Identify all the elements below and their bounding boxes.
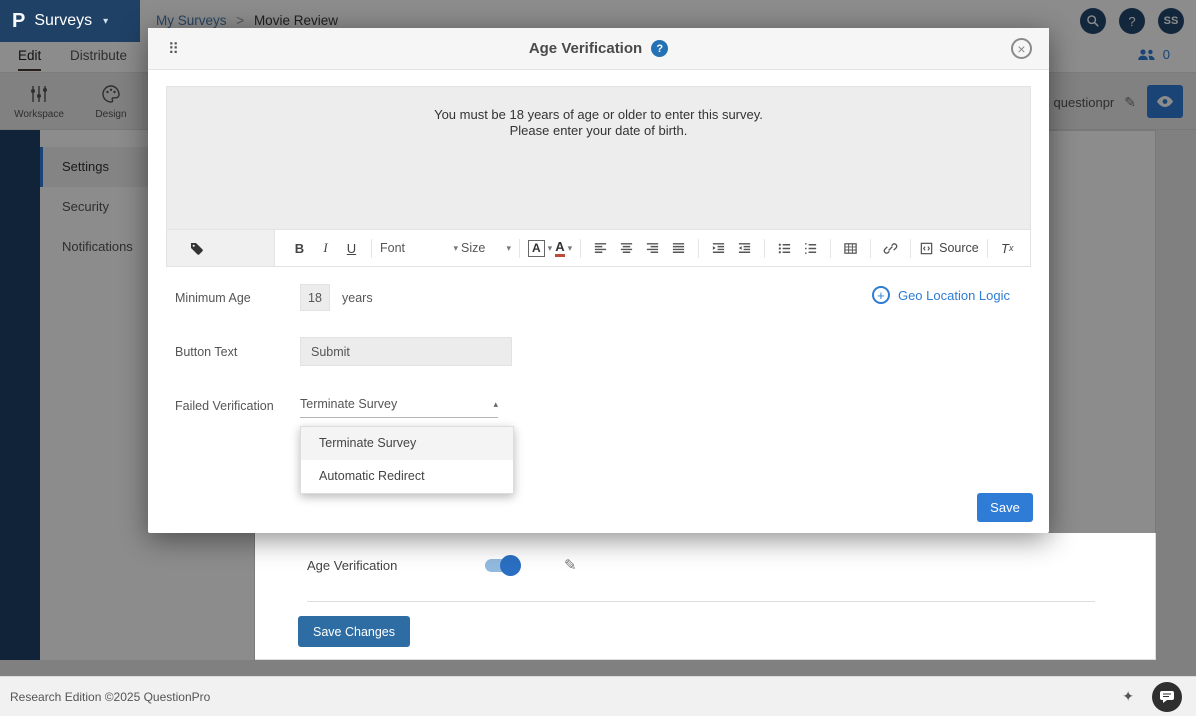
indent-decrease-button[interactable]: [733, 236, 756, 260]
age-verification-modal: ⠿ Age Verification ? × You must be 18 ye…: [148, 28, 1049, 533]
toolbar-separator: [580, 239, 581, 258]
age-verification-toggle[interactable]: [485, 559, 517, 572]
indent-increase-icon: [711, 241, 726, 256]
save-changes-button[interactable]: Save Changes: [298, 616, 410, 647]
security-settings-visible-area: Age Verification ✎ Save Changes: [255, 533, 1156, 660]
close-icon[interactable]: ×: [1011, 38, 1032, 59]
chat-icon: [1159, 690, 1175, 704]
background-color-label: A: [528, 240, 545, 257]
modal-title-text: Age Verification: [529, 40, 642, 57]
remove-format-label: T: [1001, 241, 1009, 256]
modal-header: ⠿ Age Verification ? ×: [148, 28, 1049, 70]
numbered-list-icon: [803, 241, 818, 256]
failed-verification-select[interactable]: Terminate Survey ▴: [300, 391, 498, 418]
surveys-menu[interactable]: P Surveys ▾: [0, 0, 140, 42]
modal-help-icon[interactable]: ?: [651, 40, 668, 57]
toolbar-separator: [870, 239, 871, 258]
failed-verification-value: Terminate Survey: [300, 397, 397, 411]
source-button[interactable]: Source: [919, 236, 979, 260]
align-right-icon: [645, 241, 660, 256]
years-suffix: years: [342, 291, 373, 305]
numbered-list-button[interactable]: [799, 236, 822, 260]
merge-tag-button[interactable]: [167, 230, 275, 266]
menu-item-terminate-survey[interactable]: Terminate Survey: [301, 427, 513, 460]
divider: [307, 601, 1095, 602]
age-verification-setting-row: Age Verification ✎: [307, 551, 577, 579]
toolbar-separator: [371, 239, 372, 258]
modal-save-button[interactable]: Save: [977, 493, 1033, 522]
editor-line-2: Please enter your date of birth.: [167, 123, 1030, 139]
drag-handle-icon[interactable]: ⠿: [168, 40, 179, 58]
toggle-knob: [500, 555, 521, 576]
button-text-input[interactable]: [300, 337, 512, 366]
bulleted-list-icon: [777, 241, 792, 256]
caret-up-icon: ▴: [493, 399, 498, 410]
align-center-icon: [619, 241, 634, 256]
age-verification-label: Age Verification: [307, 558, 485, 573]
geo-location-label: Geo Location Logic: [898, 288, 1010, 303]
footer-edition-text: Research Edition ©2025 QuestionPro: [10, 690, 210, 704]
font-dropdown[interactable]: Font ▾: [380, 241, 458, 255]
feedback-button[interactable]: [1152, 682, 1182, 712]
toolbar-separator: [764, 239, 765, 258]
caret-down-icon: ▾: [506, 243, 511, 254]
size-dropdown-label: Size: [461, 241, 485, 255]
minimum-age-input[interactable]: [300, 284, 330, 311]
indent-increase-button[interactable]: [707, 236, 730, 260]
align-center-button[interactable]: [615, 236, 638, 260]
sparkle-icon[interactable]: ✦: [1122, 688, 1134, 705]
source-icon: [919, 241, 934, 256]
failed-verification-label: Failed Verification: [175, 399, 274, 413]
toolbar-separator: [519, 239, 520, 258]
text-color-label: A: [555, 240, 564, 257]
background-color-button[interactable]: A ▾: [528, 240, 552, 257]
caret-down-icon: ▾: [453, 243, 458, 254]
editor-content-area[interactable]: You must be 18 years of age or older to …: [167, 87, 1030, 229]
toolbar-separator: [698, 239, 699, 258]
geo-location-logic-link[interactable]: + Geo Location Logic: [872, 286, 1010, 304]
toolbar-separator: [830, 239, 831, 258]
modal-title: Age Verification ?: [529, 40, 668, 57]
editor-line-1: You must be 18 years of age or older to …: [167, 107, 1030, 123]
menu-item-automatic-redirect[interactable]: Automatic Redirect: [301, 460, 513, 493]
caret-down-icon: ▾: [568, 243, 573, 254]
align-justify-icon: [671, 241, 686, 256]
source-label: Source: [939, 241, 979, 255]
insert-link-button[interactable]: [879, 236, 902, 260]
surveys-menu-label: Surveys: [34, 12, 92, 30]
footer: Research Edition ©2025 QuestionPro ✦: [0, 676, 1196, 716]
align-justify-button[interactable]: [667, 236, 690, 260]
remove-format-sub: x: [1009, 243, 1014, 253]
caret-down-icon: ▾: [103, 16, 108, 27]
bulleted-list-button[interactable]: [773, 236, 796, 260]
table-icon: [843, 241, 858, 256]
editor-toolbar: B I U Font ▾ Size ▾ A ▾ A: [167, 229, 1030, 266]
link-icon: [883, 241, 898, 256]
size-dropdown[interactable]: Size ▾: [461, 241, 511, 255]
caret-down-icon: ▾: [548, 243, 553, 254]
questionpro-logo: P: [12, 10, 25, 33]
toolbar-separator: [987, 239, 988, 258]
remove-format-button[interactable]: Tx: [996, 236, 1019, 260]
edit-age-verification-pencil-icon[interactable]: ✎: [564, 556, 577, 574]
minimum-age-label: Minimum Age: [175, 291, 251, 305]
font-dropdown-label: Font: [380, 241, 405, 255]
toolbar-separator: [910, 239, 911, 258]
tag-icon: [189, 240, 205, 256]
align-left-icon: [593, 241, 608, 256]
bold-button[interactable]: B: [288, 236, 311, 260]
insert-table-button[interactable]: [839, 236, 862, 260]
italic-button[interactable]: I: [314, 236, 337, 260]
failed-verification-dropdown-menu: Terminate Survey Automatic Redirect: [300, 426, 514, 494]
underline-button[interactable]: U: [340, 236, 363, 260]
text-color-button[interactable]: A ▾: [555, 240, 572, 257]
button-text-label: Button Text: [175, 345, 237, 359]
indent-decrease-icon: [737, 241, 752, 256]
align-left-button[interactable]: [589, 236, 612, 260]
rich-text-editor: You must be 18 years of age or older to …: [166, 86, 1031, 267]
plus-circle-icon: +: [872, 286, 890, 304]
align-right-button[interactable]: [641, 236, 664, 260]
